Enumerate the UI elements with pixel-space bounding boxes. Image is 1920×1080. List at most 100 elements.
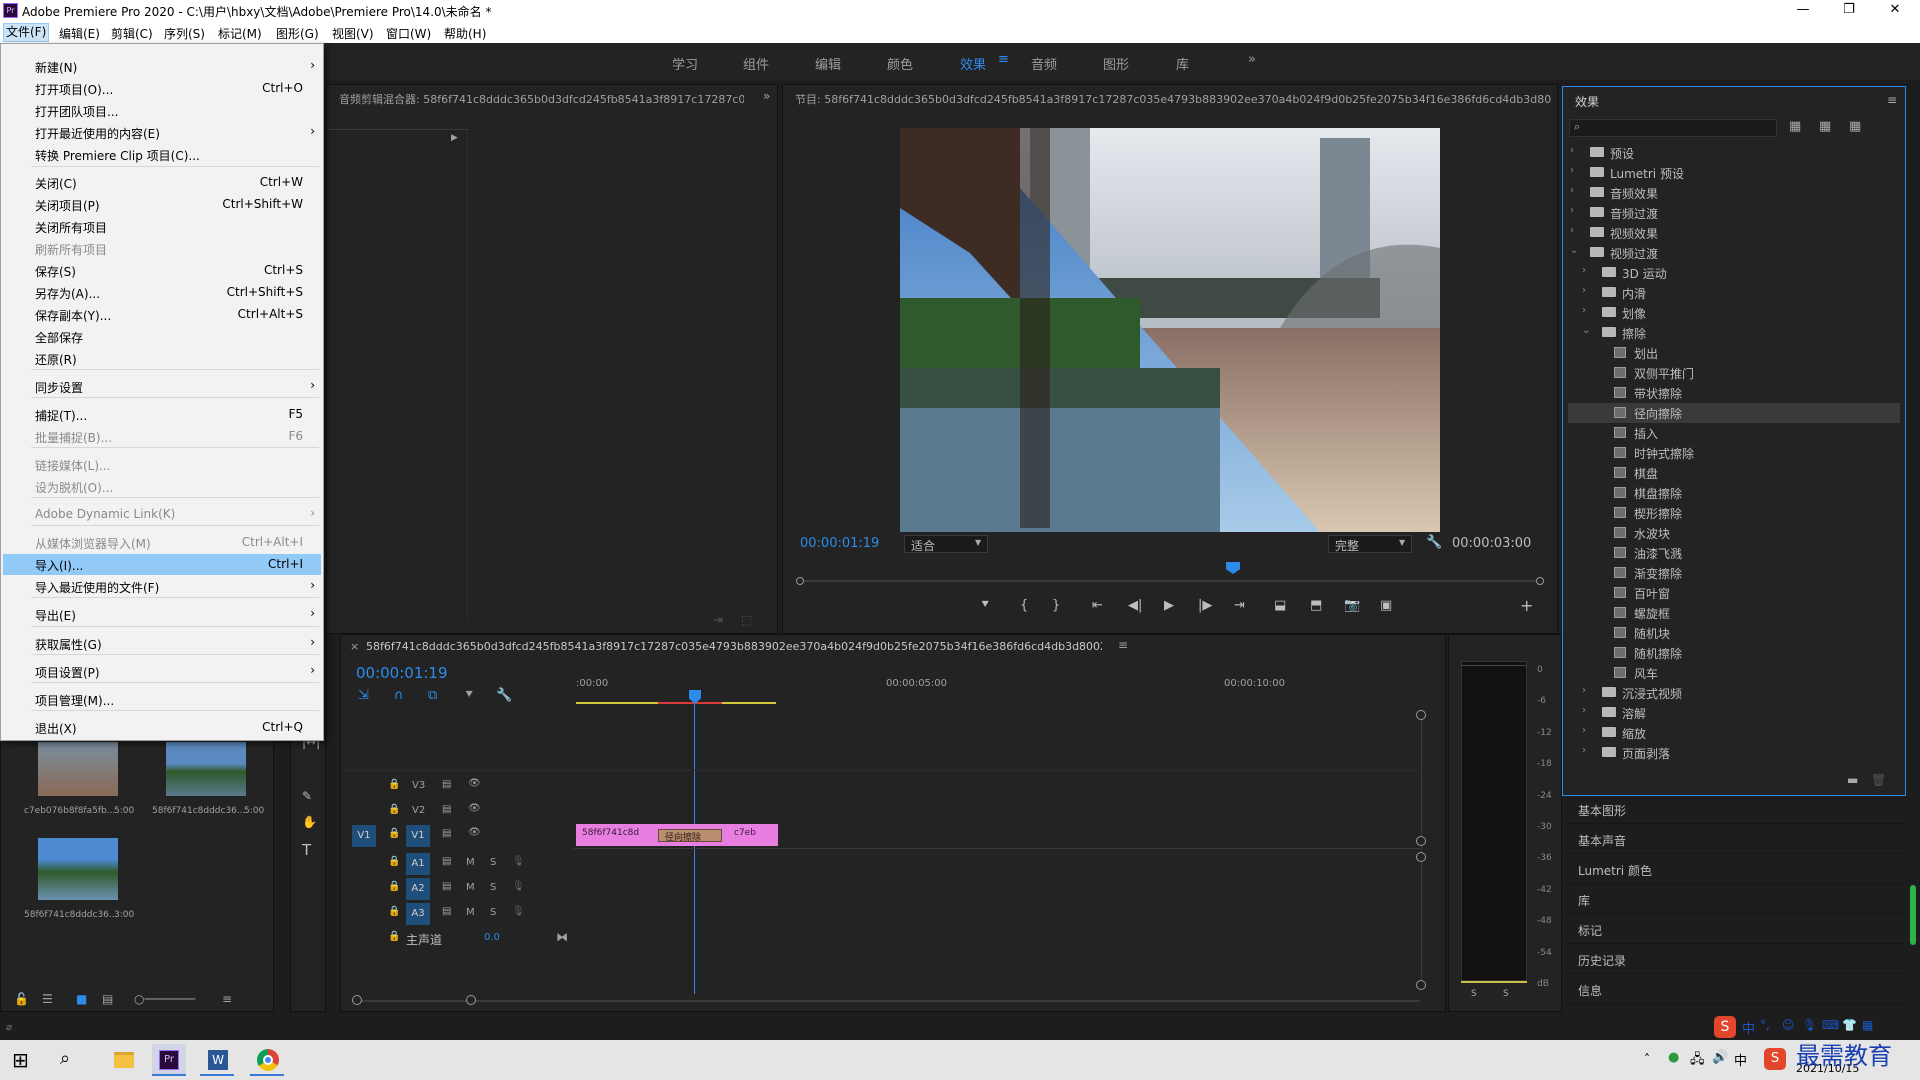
workspace-audio[interactable]: 音频 xyxy=(1031,54,1057,73)
effects-folder[interactable]: › 预设 xyxy=(1568,143,1900,163)
effects-folder[interactable]: › 溶解 xyxy=(1568,703,1900,723)
effects-item[interactable]: 水波块 xyxy=(1568,523,1900,543)
meter-solo-left[interactable]: S xyxy=(1471,989,1477,999)
add-button-icon[interactable]: + xyxy=(1520,596,1533,615)
track-lock-icon[interactable]: 🔒 xyxy=(388,856,400,867)
solo-button[interactable]: S xyxy=(490,857,496,868)
clip-thumbnail-3[interactable] xyxy=(38,838,118,900)
effects-item[interactable]: 楔形擦除 xyxy=(1568,503,1900,523)
chevron-right-icon[interactable]: › xyxy=(1570,225,1574,236)
ime-voice-icon[interactable]: 🎙 xyxy=(1802,1018,1817,1032)
chevron-right-icon[interactable]: › xyxy=(1582,725,1586,736)
file-menu-item[interactable]: 保存副本(Y)... Ctrl+Alt+S xyxy=(3,304,321,325)
word-taskbar-icon[interactable]: W xyxy=(200,1044,234,1076)
workspace-graphics[interactable]: 图形 xyxy=(1103,54,1129,73)
file-menu-item[interactable]: 捕捉(T)... F5 xyxy=(3,404,321,425)
sync-lock-icon[interactable]: ▤ xyxy=(442,906,451,917)
effects-item[interactable]: 带状擦除 xyxy=(1568,383,1900,403)
eye-icon[interactable]: 👁 xyxy=(468,827,481,838)
mute-button[interactable]: M xyxy=(466,882,475,893)
new-bin-icon[interactable]: ▬ xyxy=(1847,773,1858,787)
linked-selection-icon[interactable]: ⧉ xyxy=(428,688,437,703)
chevron-right-icon[interactable]: › xyxy=(1582,745,1586,756)
settings-wrench-icon[interactable]: 🔧 xyxy=(496,688,512,703)
menu-edit[interactable]: 编辑(E) xyxy=(57,25,102,42)
menu-marker[interactable]: 标记(M) xyxy=(216,25,264,42)
effects-folder[interactable]: › Lumetri 预设 xyxy=(1568,163,1900,183)
chevron-down-icon[interactable]: ⌄ xyxy=(1582,325,1590,336)
sync-lock-icon[interactable]: ▤ xyxy=(442,779,451,790)
vscroll-handle-top[interactable] xyxy=(1416,710,1426,720)
sync-lock-icon[interactable]: ▤ xyxy=(442,828,451,839)
lift-icon[interactable]: ⬓ xyxy=(1274,598,1286,613)
more-workspaces-icon[interactable]: » xyxy=(1248,52,1256,67)
chevron-right-icon[interactable]: › xyxy=(1582,265,1586,276)
go-to-in-icon[interactable]: ⇤ xyxy=(1092,598,1103,613)
track-a3-label[interactable]: A3 xyxy=(406,903,430,925)
effects-item[interactable]: 插入 xyxy=(1568,423,1900,443)
icon-view-icon[interactable]: ■ xyxy=(76,992,87,1006)
vscroll-handle-mid2[interactable] xyxy=(1416,852,1426,862)
sync-lock-icon[interactable]: ▤ xyxy=(442,881,451,892)
effects-item[interactable]: 棋盘擦除 xyxy=(1568,483,1900,503)
mute-button[interactable]: M xyxy=(466,907,475,918)
ime-shirt-icon[interactable]: 👕 xyxy=(1842,1018,1857,1032)
timeline-zoom-right[interactable] xyxy=(466,995,476,1005)
trash-icon[interactable]: 🗑 xyxy=(1871,773,1886,787)
effects-folder[interactable]: › 视频效果 xyxy=(1568,223,1900,243)
source-patch-v1[interactable]: V1 xyxy=(352,825,376,847)
zoom-handle-right[interactable] xyxy=(1536,577,1544,585)
effects-folder[interactable]: › 沉浸式视频 xyxy=(1568,683,1900,703)
effects-item[interactable]: 随机擦除 xyxy=(1568,643,1900,663)
panel-info[interactable]: 信息 xyxy=(1566,976,1904,1004)
close-button[interactable]: ✕ xyxy=(1872,0,1918,22)
wrench-icon[interactable]: 🔧 xyxy=(1426,535,1442,550)
menu-graphics[interactable]: 图形(G) xyxy=(274,25,321,42)
effects-item[interactable]: 百叶窗 xyxy=(1568,583,1900,603)
freeform-view-icon[interactable]: ▤ xyxy=(102,992,113,1006)
file-menu-item[interactable]: 打开最近使用的内容(E) › xyxy=(3,122,321,143)
track-lock-icon[interactable]: 🔒 xyxy=(388,779,400,790)
windows-start-icon[interactable]: ⊞ xyxy=(12,1048,29,1072)
pen-icon[interactable]: ✎ xyxy=(302,789,312,803)
side-scrollbar[interactable] xyxy=(1910,885,1916,945)
volume-icon[interactable]: 🔊 xyxy=(1712,1050,1728,1065)
menu-clip[interactable]: 剪辑(C) xyxy=(109,25,155,42)
file-menu-item[interactable]: 同步设置 › xyxy=(3,376,321,397)
chevron-down-icon[interactable]: ⌄ xyxy=(1570,245,1578,256)
file-menu-item[interactable]: 获取属性(G) › xyxy=(3,633,321,654)
microphone-icon[interactable]: 🎙 xyxy=(512,881,525,892)
effects-item[interactable]: 棋盘 xyxy=(1568,463,1900,483)
panel-history[interactable]: 历史记录 xyxy=(1566,946,1904,974)
mixer-share-icon[interactable]: ⬚ xyxy=(741,613,752,627)
track-v3-label[interactable]: V3 xyxy=(412,780,425,791)
file-menu-item[interactable]: 关闭(C) Ctrl+W xyxy=(3,172,321,193)
lock-icon[interactable]: 🔓 xyxy=(14,992,29,1006)
clip-thumbnail-2[interactable] xyxy=(166,742,246,796)
nest-icon[interactable]: ⇲ xyxy=(358,688,369,703)
timeline-menu-icon[interactable]: ≡ xyxy=(1118,638,1128,652)
track-lock-icon[interactable]: 🔒 xyxy=(388,804,400,815)
file-explorer-icon[interactable] xyxy=(106,1044,140,1076)
workspace-editing[interactable]: 编辑 xyxy=(815,54,841,73)
sort-icon[interactable]: ≡ xyxy=(222,992,232,1006)
effects-folder[interactable]: › 页面剥落 xyxy=(1568,743,1900,763)
file-menu-item[interactable]: 打开团队项目... xyxy=(3,100,321,121)
add-marker-icon[interactable]: ⯆ xyxy=(980,598,990,613)
workspace-libraries[interactable]: 库 xyxy=(1176,54,1189,73)
timeline-vscroll[interactable] xyxy=(1421,710,1422,990)
step-forward-icon[interactable]: |▶ xyxy=(1198,598,1212,613)
track-lock-icon[interactable]: 🔒 xyxy=(388,881,400,892)
panel-markers[interactable]: 标记 xyxy=(1566,916,1904,944)
ime-keyboard-icon[interactable]: ⌨ xyxy=(1822,1018,1839,1032)
ime-grid-icon[interactable]: ▦ xyxy=(1862,1018,1873,1032)
tray-app-icon[interactable]: ● xyxy=(1668,1050,1679,1065)
eye-icon[interactable]: 👁 xyxy=(468,803,481,814)
menu-sequence[interactable]: 序列(S) xyxy=(162,25,207,42)
chevron-right-icon[interactable]: › xyxy=(1570,205,1574,216)
effects-menu-icon[interactable]: ≡ xyxy=(1887,93,1897,107)
effects-item[interactable]: 油漆飞溅 xyxy=(1568,543,1900,563)
panel-more-icon[interactable]: » xyxy=(763,89,770,103)
chevron-right-icon[interactable]: › xyxy=(1582,305,1586,316)
workspace-assembly[interactable]: 组件 xyxy=(743,54,769,73)
